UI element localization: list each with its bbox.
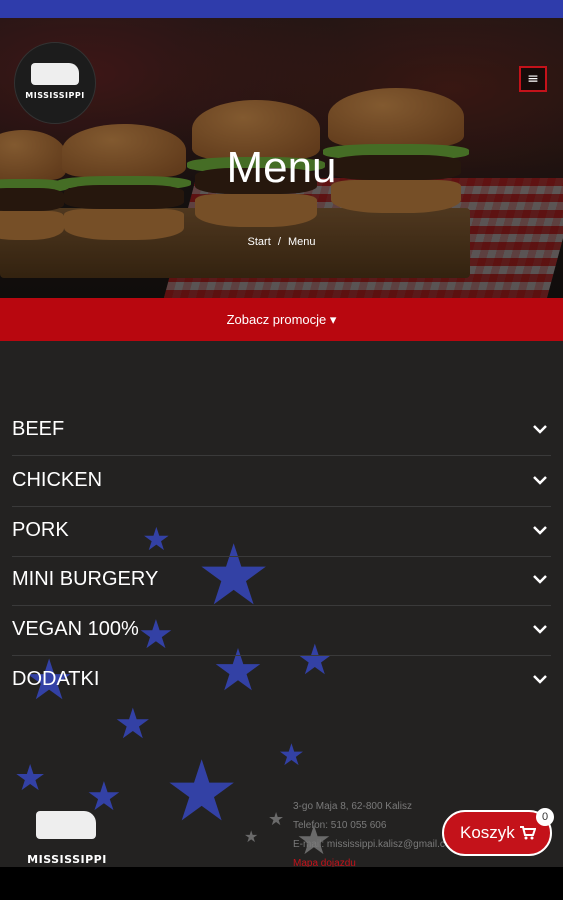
- star-icon: ★: [114, 699, 152, 748]
- breadcrumb-current: Menu: [287, 236, 316, 248]
- chevron-down-icon: [533, 476, 547, 485]
- page-title: Menu: [226, 143, 337, 192]
- cart-count-badge: 0: [536, 808, 554, 826]
- footer-logo-text: MISSISSIPPI: [27, 853, 107, 866]
- category-beef[interactable]: BEEF: [12, 406, 551, 456]
- star-icon: ★: [268, 809, 285, 830]
- caret-down-icon: ▾: [329, 312, 337, 327]
- breadcrumb-start-link[interactable]: Start: [248, 236, 271, 248]
- chevron-down-icon: [533, 425, 547, 434]
- footer-address: 3-go Maja 8, 62-800 Kalisz: [293, 801, 412, 812]
- breadcrumb: Start / Menu: [0, 236, 563, 248]
- chevron-down-icon: [533, 675, 547, 684]
- chevron-down-icon: [533, 625, 547, 634]
- train-logo-icon: [31, 63, 79, 85]
- top-status-bar: [0, 0, 563, 18]
- star-icon: ★: [164, 742, 240, 840]
- cart-icon: [520, 826, 536, 840]
- menu-section: ★ ★ ★ ★ ★ ★ ★ ★ ★ ★ ★ ★ ★ ★ BEEF CHICKEN…: [0, 341, 563, 867]
- cart-button[interactable]: Koszyk 0: [442, 808, 554, 856]
- menu-toggle-button[interactable]: ≡: [519, 66, 547, 92]
- bottom-system-bar: [0, 867, 563, 900]
- star-icon: ★: [244, 827, 259, 846]
- chevron-down-icon: [533, 575, 547, 584]
- category-label: BEEF: [12, 418, 65, 440]
- star-icon: ★: [14, 758, 47, 799]
- category-label: CHICKEN: [12, 469, 103, 491]
- star-icon: ★: [278, 738, 305, 773]
- category-label: MINI BURGERY: [12, 568, 159, 590]
- promotions-label: Zobacz promocje: [226, 312, 327, 327]
- map-link[interactable]: Mapa dojazdu: [293, 854, 459, 867]
- category-label: DODATKI: [12, 668, 100, 690]
- breadcrumb-separator: /: [277, 236, 281, 248]
- category-dodatki[interactable]: DODATKI: [12, 656, 551, 706]
- footer-email: E-mail: mississippi.kalisz@gmail.com: [293, 839, 459, 850]
- promotions-dropdown-button[interactable]: Zobacz promocje ▾: [0, 298, 563, 341]
- category-label: PORK: [12, 519, 69, 541]
- category-vegan[interactable]: VEGAN 100%: [12, 606, 551, 656]
- cart-label: Koszyk: [460, 823, 515, 842]
- site-logo[interactable]: MISSISSIPPI: [14, 42, 96, 124]
- logo-text: MISSISSIPPI: [25, 91, 85, 100]
- hamburger-icon: ≡: [527, 71, 539, 87]
- category-label: VEGAN 100%: [12, 618, 139, 640]
- train-logo-icon: [36, 811, 96, 839]
- footer-logo[interactable]: MISSISSIPPI: [22, 803, 112, 867]
- chevron-down-icon: [533, 526, 547, 535]
- category-chicken[interactable]: CHICKEN: [12, 457, 551, 507]
- category-pork[interactable]: PORK: [12, 507, 551, 557]
- footer-phone: Telefon: 510 055 606: [293, 820, 387, 831]
- category-mini-burgery[interactable]: MINI BURGERY: [12, 556, 551, 606]
- footer-contact: 3-go Maja 8, 62-800 Kalisz Telefon: 510 …: [293, 797, 459, 867]
